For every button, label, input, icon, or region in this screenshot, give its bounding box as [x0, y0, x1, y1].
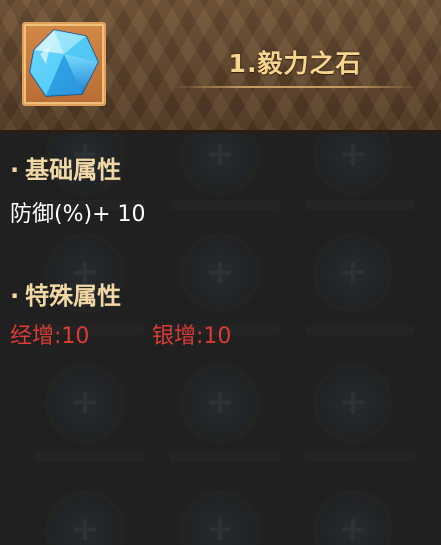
special-stat-silver: 银增:10 — [152, 324, 232, 349]
special-attributes-title: 特殊属性 — [25, 282, 122, 310]
item-icon-frame — [22, 22, 106, 106]
bullet: · — [10, 156, 20, 184]
item-header: 1.毅力之石 — [0, 0, 441, 133]
basic-attributes-heading: · 基础属性 — [10, 150, 121, 185]
basic-stat-defense: 防御(%)+ 10 — [10, 202, 146, 227]
blue-gem-icon — [29, 29, 99, 97]
item-name: 1.毅力之石 — [228, 49, 362, 78]
special-attributes-heading: · 特殊属性 — [10, 276, 121, 311]
special-stat-exp: 经增:10 — [10, 324, 90, 349]
basic-attributes-title: 基础属性 — [25, 156, 122, 184]
bullet: · — [10, 282, 20, 310]
title-divider — [172, 86, 420, 88]
